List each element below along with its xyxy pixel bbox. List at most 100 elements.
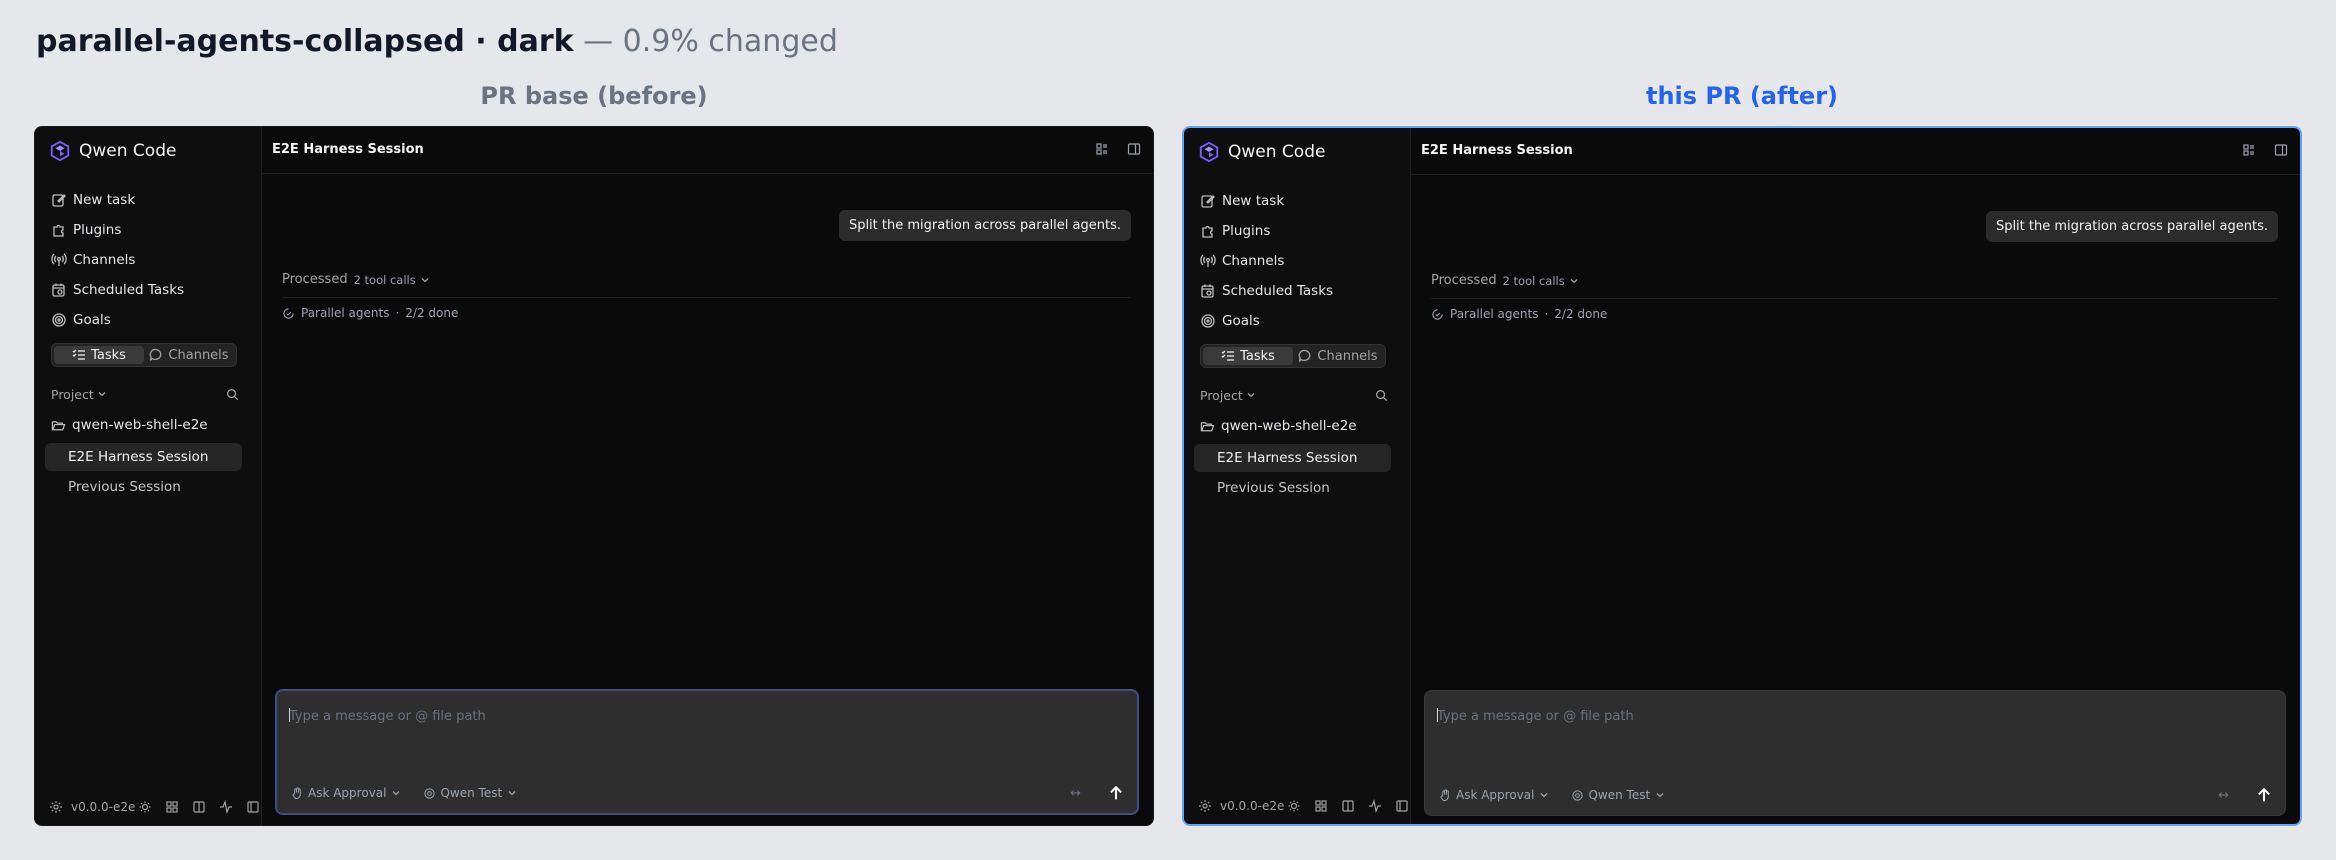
theme-icon[interactable] xyxy=(1287,799,1301,813)
page-title-main: parallel-agents-collapsed · dark xyxy=(36,24,574,59)
session-item-active[interactable]: E2E Harness Session xyxy=(1194,444,1391,472)
sidebar-view-toggle: Tasks Channels xyxy=(51,343,237,367)
send-button[interactable] xyxy=(2255,786,2273,804)
tab-tasks-label: Tasks xyxy=(91,347,126,363)
brand[interactable]: Qwen Code xyxy=(49,138,176,164)
layout-icon[interactable] xyxy=(1095,142,1109,156)
sidebar-view-toggle: Tasks Channels xyxy=(1200,344,1386,368)
after-screenshot: Qwen Code New task Plugins Channels Sche… xyxy=(1182,126,2302,826)
topbar-actions xyxy=(1095,142,1141,156)
list-check-icon xyxy=(72,348,86,362)
parallel-agents-row[interactable]: Parallel agents · 2/2 done xyxy=(282,306,458,320)
search-icon[interactable] xyxy=(1375,389,1388,402)
brand[interactable]: Qwen Code xyxy=(1198,139,1325,165)
session-item-previous[interactable]: Previous Session xyxy=(45,473,242,501)
model-label: Qwen Test xyxy=(440,786,503,800)
processed-toggle[interactable]: Processed 2 tool calls xyxy=(282,272,430,287)
nav-goals[interactable]: Goals xyxy=(51,305,184,335)
panel-right-icon[interactable] xyxy=(2274,143,2288,157)
project-folder[interactable]: qwen-web-shell-e2e xyxy=(1200,418,1357,434)
columns-icon[interactable] xyxy=(192,800,206,814)
tab-tasks[interactable]: Tasks xyxy=(54,346,144,364)
gear-icon[interactable] xyxy=(49,800,63,814)
chevron-down-icon xyxy=(1246,390,1256,400)
tab-channels[interactable]: Channels xyxy=(1293,347,1383,365)
nav-plugins[interactable]: Plugins xyxy=(1200,216,1333,246)
agents-status-icon xyxy=(1431,308,1444,321)
topbar-actions xyxy=(2242,143,2288,157)
session-item-previous[interactable]: Previous Session xyxy=(1194,474,1391,502)
theme-icon[interactable] xyxy=(138,800,152,814)
layout-icon[interactable] xyxy=(2242,143,2256,157)
tab-channels-label: Channels xyxy=(168,347,229,363)
sidebar-toggle-icon[interactable] xyxy=(1395,799,1409,813)
version-label: v0.0.0-e2e xyxy=(71,800,136,814)
columns-icon[interactable] xyxy=(1341,799,1355,813)
puzzle-icon xyxy=(51,222,67,238)
sidebar-nav: New task Plugins Channels Scheduled Task… xyxy=(1200,186,1333,336)
parallel-agents-row[interactable]: Parallel agents · 2/2 done xyxy=(1431,307,1607,321)
processed-toggle[interactable]: Processed 2 tool calls xyxy=(1431,273,1579,288)
tab-channels[interactable]: Channels xyxy=(144,346,234,364)
nav-scheduled-tasks[interactable]: Scheduled Tasks xyxy=(51,275,184,305)
broadcast-icon xyxy=(51,252,67,268)
model-select[interactable]: Qwen Test xyxy=(423,786,517,800)
tool-calls-count: 2 tool calls xyxy=(353,272,416,287)
text-caret xyxy=(289,708,290,722)
project-folder[interactable]: qwen-web-shell-e2e xyxy=(51,417,208,433)
nav-plugins[interactable]: Plugins xyxy=(51,215,184,245)
activity-icon[interactable] xyxy=(219,800,233,814)
nav-new-task[interactable]: New task xyxy=(51,185,184,215)
message-input[interactable] xyxy=(289,705,1125,727)
send-button[interactable] xyxy=(1107,784,1125,802)
project-header: Project xyxy=(1200,386,1388,404)
search-icon[interactable] xyxy=(226,388,239,401)
tab-tasks[interactable]: Tasks xyxy=(1203,347,1293,365)
brand-name: Qwen Code xyxy=(1228,142,1326,162)
edit-icon xyxy=(1200,193,1216,209)
qwen-logo-icon xyxy=(1198,141,1220,163)
divider xyxy=(1431,298,2278,299)
activity-icon[interactable] xyxy=(1368,799,1382,813)
session-item-active[interactable]: E2E Harness Session xyxy=(45,443,242,471)
composer: Ask Approval Qwen Test ↔ xyxy=(1424,690,2286,816)
agents-label: Parallel agents xyxy=(301,306,390,320)
nav-channels[interactable]: Channels xyxy=(51,245,184,275)
target-icon xyxy=(1200,313,1216,329)
nav-goals[interactable]: Goals xyxy=(1200,306,1333,336)
nav-channels[interactable]: Channels xyxy=(1200,246,1333,276)
text-caret xyxy=(1437,708,1438,722)
message-input[interactable] xyxy=(1437,705,2273,727)
page-title: parallel-agents-collapsed · dark — 0.9% … xyxy=(36,24,838,59)
panel-right-icon[interactable] xyxy=(1127,142,1141,156)
expand-composer-button[interactable]: ↔ xyxy=(2218,788,2229,803)
model-label: Qwen Test xyxy=(1588,788,1651,802)
nav-scheduled-tasks[interactable]: Scheduled Tasks xyxy=(1200,276,1333,306)
expand-composer-button[interactable]: ↔ xyxy=(1070,786,1081,801)
grid-icon[interactable] xyxy=(165,800,179,814)
session-title: E2E Harness Session xyxy=(272,142,424,157)
sidebar-toggle-icon[interactable] xyxy=(246,800,260,814)
grid-icon[interactable] xyxy=(1314,799,1328,813)
nav-new-task[interactable]: New task xyxy=(1200,186,1333,216)
main-area: E2E Harness Session Split the migration … xyxy=(261,127,1153,825)
approval-mode-select[interactable]: Ask Approval xyxy=(291,786,401,800)
chevron-down-icon xyxy=(507,788,517,798)
gear-icon[interactable] xyxy=(1198,799,1212,813)
session-title: E2E Harness Session xyxy=(1421,143,1573,158)
chevron-down-icon xyxy=(391,788,401,798)
sidebar-nav: New task Plugins Channels Scheduled Task… xyxy=(51,185,184,335)
chat-bubble-icon xyxy=(1298,349,1312,363)
project-folder-name: qwen-web-shell-e2e xyxy=(72,417,208,433)
list-check-icon xyxy=(1221,349,1235,363)
project-filter[interactable]: Project xyxy=(51,387,107,402)
project-filter[interactable]: Project xyxy=(1200,388,1256,403)
approval-mode-select[interactable]: Ask Approval xyxy=(1439,788,1549,802)
nav-label: Plugins xyxy=(73,222,122,238)
model-select[interactable]: Qwen Test xyxy=(1571,788,1665,802)
project-folder-name: qwen-web-shell-e2e xyxy=(1221,418,1357,434)
calendar-clock-icon xyxy=(51,282,67,298)
chevron-down-icon xyxy=(1539,790,1549,800)
folder-open-icon xyxy=(1200,419,1215,434)
model-icon xyxy=(1571,789,1584,802)
